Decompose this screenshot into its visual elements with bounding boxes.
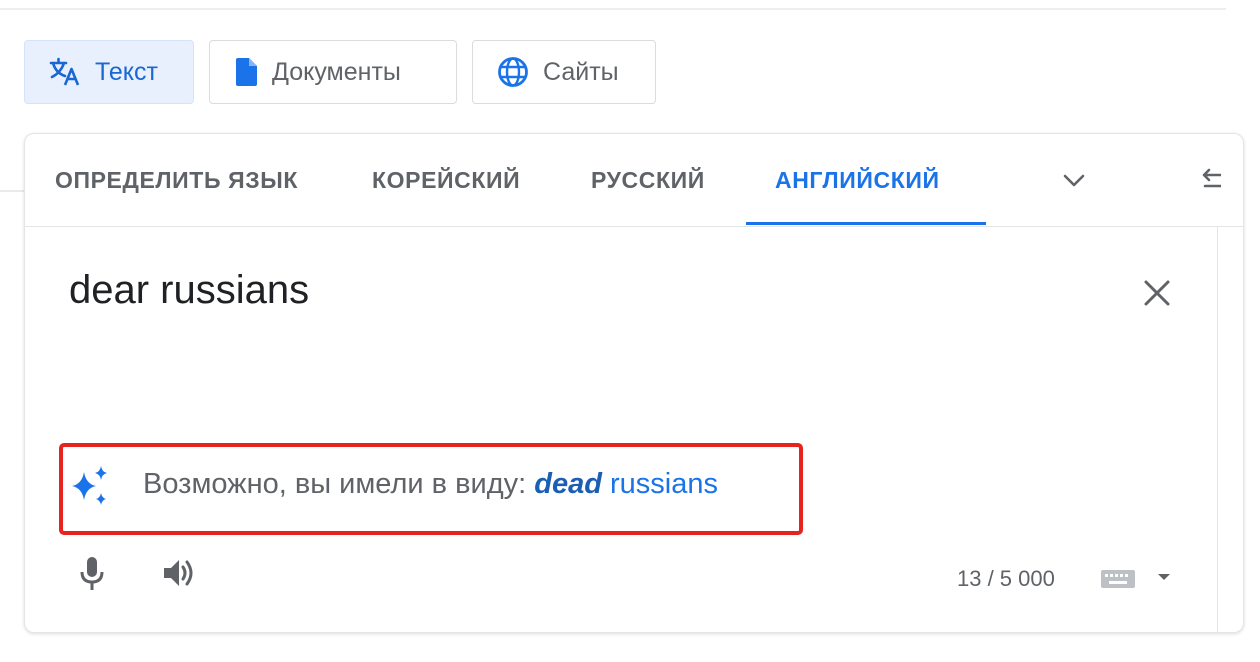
translate-icon	[49, 57, 81, 87]
caret-down-icon[interactable]	[1156, 570, 1172, 588]
document-icon	[234, 57, 258, 87]
close-icon[interactable]	[1142, 278, 1172, 313]
tab-russian[interactable]: РУССКИЙ	[591, 134, 705, 226]
sparkle-icon	[69, 464, 113, 513]
swap-icon[interactable]	[1201, 166, 1223, 199]
mode-documents-label: Документы	[272, 57, 401, 86]
tabs-divider	[25, 226, 1243, 227]
translate-page: Текст Документы Сайты ОПРЕДЕЛИТЬ ЯЗЫК КО…	[0, 0, 1260, 662]
top-divider	[0, 8, 1226, 10]
mode-text-button[interactable]: Текст	[24, 40, 194, 104]
panel-divider	[1217, 227, 1218, 632]
suggestion-prefix: Возможно, вы имели в виду:	[143, 468, 527, 500]
mode-documents-button[interactable]: Документы	[209, 40, 457, 104]
chevron-down-icon[interactable]	[1061, 167, 1087, 198]
selected-tab-indicator	[746, 222, 986, 225]
mode-text-label: Текст	[95, 57, 158, 86]
suggestion-rest: russians	[610, 468, 718, 500]
suggestion-link[interactable]: dead russians	[534, 468, 718, 500]
mode-sites-button[interactable]: Сайты	[472, 40, 656, 104]
globe-icon	[497, 56, 529, 88]
keyboard-icon[interactable]	[1100, 567, 1136, 596]
left-divider	[0, 190, 24, 192]
tab-detect-language[interactable]: ОПРЕДЕЛИТЬ ЯЗЫК	[55, 134, 298, 226]
translation-card: ОПРЕДЕЛИТЬ ЯЗЫК КОРЕЙСКИЙ РУССКИЙ АНГЛИЙ…	[24, 133, 1244, 633]
suggestion-text: Возможно, вы имели в виду: dead russians	[143, 468, 718, 501]
mic-icon[interactable]	[77, 554, 107, 599]
tab-english[interactable]: АНГЛИЙСКИЙ	[775, 134, 940, 226]
speaker-icon[interactable]	[162, 556, 198, 595]
mode-sites-label: Сайты	[543, 57, 619, 86]
suggestion-corrected-word: dead	[534, 468, 602, 500]
character-count: 13 / 5 000	[957, 566, 1055, 591]
tab-korean[interactable]: КОРЕЙСКИЙ	[372, 134, 520, 226]
source-text-input[interactable]: dear russians	[69, 268, 309, 313]
